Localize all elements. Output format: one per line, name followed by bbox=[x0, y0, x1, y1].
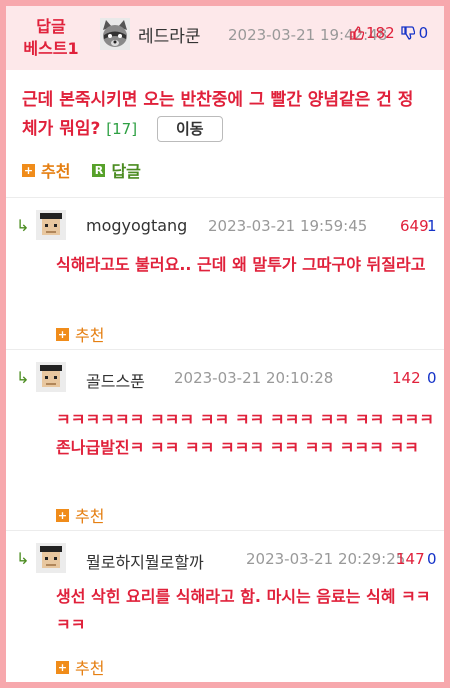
comment-body: 생선 삭힌 요리를 식해라고 함. 마시는 음료는 식혜 ㅋㅋㅋㅋ bbox=[56, 587, 431, 634]
post-header: 답글 베스트1 레드라쿤 2023-03-21 19:42:48 182 0 bbox=[6, 6, 444, 70]
post-author[interactable]: 레드라쿤 bbox=[138, 22, 201, 47]
comment-recommend[interactable]: + 추천 bbox=[56, 322, 104, 346]
comment-item: ↳ 골드스푼 2023-03-21 20:10:28 142 0 ㅋㅋㅋㅋㅋㅋ … bbox=[6, 349, 444, 531]
comment-date: 2023-03-21 19:59:45 bbox=[208, 217, 368, 235]
comment-body: ㅋㅋㅋㅋㅋㅋ ㅋㅋㅋ ㅋㅋ ㅋㅋ ㅋㅋㅋ ㅋㅋ ㅋㅋ ㅋㅋㅋ 존나급발진ㅋ ㅋㅋ… bbox=[56, 410, 434, 457]
recommend-label[interactable]: 추천 bbox=[75, 655, 104, 679]
raccoon-avatar[interactable] bbox=[100, 18, 130, 50]
move-button[interactable]: 이동 bbox=[156, 116, 223, 142]
comment-item: ↳ 뭘로하지뭘로할까 2023-03-21 20:29:25 147 0 생선 … bbox=[6, 530, 444, 682]
reply-r-icon: R bbox=[92, 163, 106, 177]
comment-author[interactable]: 골드스푼 bbox=[86, 368, 145, 392]
comment-author[interactable]: mogyogtang bbox=[86, 216, 187, 235]
comment-recommend[interactable]: + 추천 bbox=[56, 655, 104, 679]
comment-like-count: 142 bbox=[392, 369, 421, 387]
comment-author[interactable]: 뭘로하지뭘로할까 bbox=[86, 549, 204, 573]
best-reply-badge: 답글 베스트1 bbox=[14, 16, 88, 60]
comment-date: 2023-03-21 20:29:25 bbox=[246, 550, 406, 568]
plus-icon: + bbox=[56, 660, 69, 674]
plus-icon: + bbox=[22, 163, 35, 177]
post-dislike-count: 0 bbox=[418, 24, 429, 42]
comment-like-count: 147 bbox=[396, 550, 425, 568]
comment-dislike-count: 1 bbox=[427, 217, 437, 235]
recommend-label[interactable]: 추천 bbox=[75, 503, 104, 527]
plus-icon: + bbox=[56, 508, 69, 522]
comment-date: 2023-03-21 20:10:28 bbox=[174, 369, 334, 387]
reply-arrow-icon: ↳ bbox=[16, 548, 30, 568]
comment-count: [17] bbox=[106, 120, 138, 138]
user-avatar[interactable] bbox=[36, 543, 66, 573]
comment-head: ↳ bbox=[16, 210, 74, 240]
badge-line-1: 답글 bbox=[36, 17, 66, 36]
post-title-block: 근데 본죽시키면 오는 반찬중에 그 빨간 양념같은 건 정체가 뭐임? [17… bbox=[22, 86, 428, 144]
post-votes: 182 0 bbox=[350, 24, 428, 42]
user-avatar[interactable] bbox=[36, 362, 66, 392]
comment-head: ↳ bbox=[16, 543, 74, 573]
plus-icon: + bbox=[56, 327, 69, 341]
comment-item: ↳ mogyogtang 2023-03-21 19:59:45 649 1 식… bbox=[6, 197, 444, 350]
thumbs-down-icon[interactable] bbox=[400, 26, 415, 40]
recommend-button[interactable]: 추천 bbox=[41, 158, 70, 182]
comment-body: 식해라고도 불러요.. 근데 왜 말투가 그따구야 뒤질라고 bbox=[56, 255, 426, 274]
badge-line-2: 베스트1 bbox=[23, 39, 79, 58]
post-card: 답글 베스트1 레드라쿤 2023-03-21 19:42:48 182 0 근… bbox=[6, 6, 444, 682]
reply-arrow-icon: ↳ bbox=[16, 367, 30, 387]
reply-arrow-icon: ↳ bbox=[16, 215, 30, 235]
post-like-count: 182 bbox=[366, 24, 395, 42]
thumbs-up-icon[interactable] bbox=[350, 26, 364, 40]
user-avatar[interactable] bbox=[36, 210, 66, 240]
reply-button[interactable]: 답글 bbox=[111, 158, 140, 182]
comment-recommend[interactable]: + 추천 bbox=[56, 503, 104, 527]
post-actions: + 추천 R 답글 bbox=[22, 158, 141, 182]
recommend-label[interactable]: 추천 bbox=[75, 322, 104, 346]
comment-dislike-count: 0 bbox=[427, 550, 437, 568]
comment-like-count: 649 bbox=[400, 217, 429, 235]
comment-dislike-count: 0 bbox=[427, 369, 437, 387]
comment-head: ↳ bbox=[16, 362, 74, 392]
